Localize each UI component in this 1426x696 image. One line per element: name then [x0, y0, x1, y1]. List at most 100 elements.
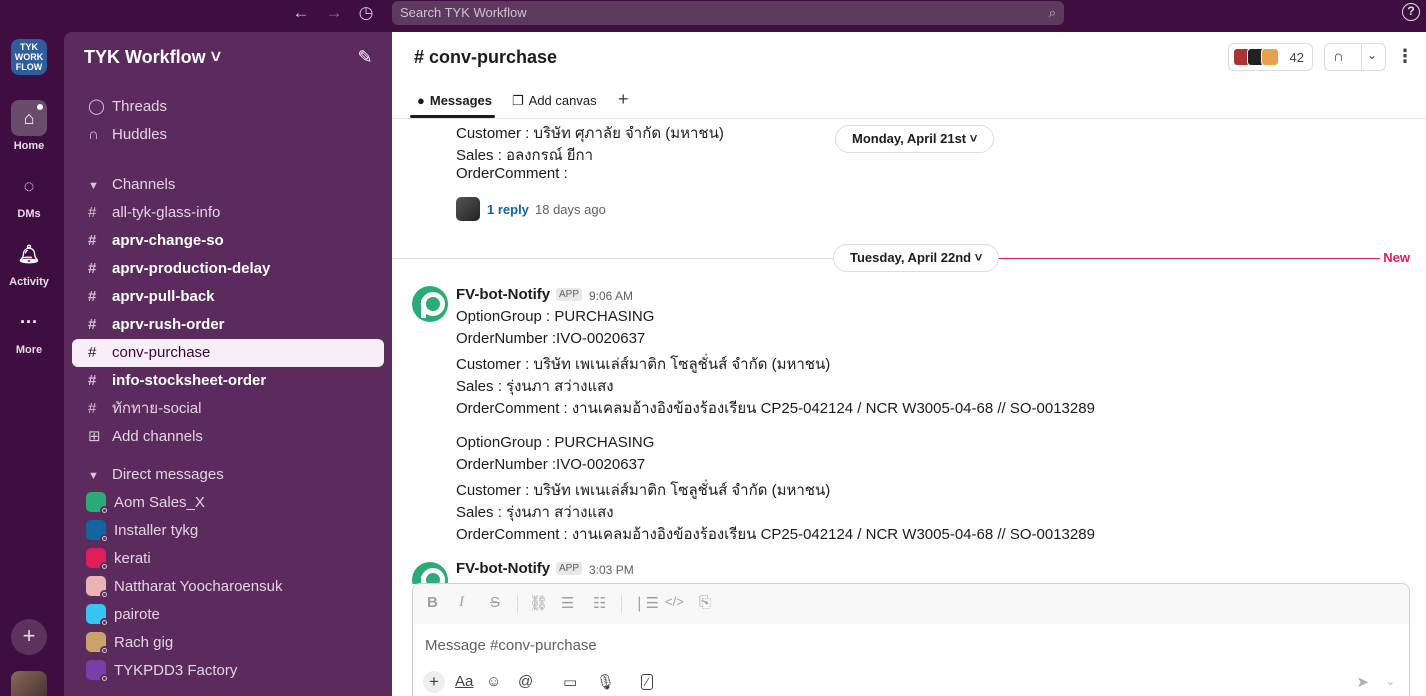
presence-icon — [100, 617, 109, 627]
message-line: OrderComment : งานเคลมอ้างอิงข้องร้องเรี… — [456, 526, 1095, 543]
bot-avatar[interactable] — [412, 286, 448, 322]
code-icon[interactable]: </> — [665, 594, 684, 609]
members-button[interactable]: 42 — [1228, 43, 1313, 71]
sidebar-channel-2[interactable]: # aprv-production-delay — [72, 255, 384, 283]
search-input[interactable]: Search TYK Workflow ⌕ — [392, 1, 1064, 25]
hash-icon: # — [88, 316, 97, 333]
tab-messages[interactable]: ● Messages — [417, 93, 492, 108]
rail-dms[interactable]: ◌ DMs — [0, 168, 58, 220]
formatting-toggle-icon[interactable]: Aa — [455, 673, 473, 690]
bot-avatar[interactable] — [412, 562, 448, 584]
active-tab-underline — [410, 115, 495, 118]
rail-dms-label: DMs — [17, 208, 41, 220]
tab-add-canvas[interactable]: ❐ Add canvas — [512, 93, 597, 109]
rail-more[interactable]: ··· More — [0, 304, 58, 356]
channel-tabs: ● Messages ❐ Add canvas + — [392, 84, 1426, 119]
date-divider-tuesday[interactable]: Tuesday, April 22nd ˅ — [833, 244, 1000, 272]
presence-icon — [100, 533, 109, 543]
channel-name: conv-purchase — [112, 344, 211, 361]
message-list: Customer : บริษัท ศุภาลัย จำกัด (มหาชน) … — [392, 119, 1426, 584]
dm-name: Installer tykg — [114, 522, 199, 539]
mention-icon[interactable]: @ — [518, 673, 533, 690]
message-input[interactable]: Message #conv-purchase — [425, 637, 597, 654]
emoji-icon[interactable]: ☺ — [486, 673, 501, 690]
strikethrough-icon[interactable]: S — [490, 594, 500, 611]
thread-reply-link[interactable]: 1 reply — [487, 202, 529, 217]
user-avatar[interactable] — [11, 671, 47, 696]
bullet-list-icon[interactable]: ☷ — [593, 594, 606, 612]
attach-plus-icon[interactable]: + — [423, 671, 445, 693]
message-time[interactable]: 9:06 AM — [589, 289, 633, 303]
chevron-down-icon[interactable]: ⌄ — [1386, 675, 1395, 688]
rail-home[interactable]: ⌂ Home — [0, 100, 58, 152]
avatar — [86, 519, 109, 543]
dm-header[interactable]: ▼ Direct messages — [72, 461, 384, 489]
sidebar-dm-0[interactable]: Aom Sales_X — [72, 489, 384, 517]
compose-icon[interactable]: ✎ — [354, 46, 376, 68]
sidebar-dm-3[interactable]: Nattharat Yoocharoensuk — [72, 573, 384, 601]
sidebar-channel-3[interactable]: # aprv-pull-back — [72, 283, 384, 311]
dm-name: kerati — [114, 550, 151, 567]
sidebar-channel-5[interactable]: # conv-purchase — [72, 339, 384, 367]
workspace-logo[interactable]: TYK WORK FLOW — [11, 39, 47, 75]
sidebar-dm-6[interactable]: TYKPDD3 Factory — [72, 657, 384, 685]
headphones-icon: ∩ — [1333, 48, 1344, 65]
hash-icon: # — [88, 260, 97, 277]
sidebar-item-threads[interactable]: ◯ Threads — [72, 93, 384, 121]
rail-activity[interactable]: 🔔︎ Activity — [0, 236, 58, 288]
sidebar-dm-1[interactable]: Installer tykg — [72, 517, 384, 545]
channel-name: aprv-change-so — [112, 232, 224, 249]
chevron-down-icon[interactable]: ⌄ — [1367, 48, 1377, 62]
shortcut-icon[interactable]: ⁄ — [641, 674, 654, 690]
avatar — [86, 603, 109, 627]
blockquote-icon[interactable]: ❘☰ — [633, 594, 659, 612]
ordered-list-icon[interactable]: ☰ — [561, 594, 574, 612]
sidebar-channel-6[interactable]: # info-stocksheet-order — [72, 367, 384, 395]
sidebar-channel-0[interactable]: # all-tyk-glass-info — [72, 199, 384, 227]
hash-icon: # — [88, 288, 97, 305]
sidebar-dm-5[interactable]: Rach gig — [72, 629, 384, 657]
channels-header[interactable]: ▼ Channels — [72, 171, 384, 199]
dm-name: Nattharat Yoocharoensuk — [114, 578, 283, 595]
history-icon[interactable]: ◷ — [356, 3, 376, 23]
rail-home-label: Home — [13, 140, 45, 152]
message-line: Customer : บริษัท เพเนเล่ส์มาติก โซลูชั่… — [456, 356, 831, 373]
sidebar-channel-7[interactable]: # ทักทาย-social — [72, 395, 384, 423]
sidebar-dm-4[interactable]: pairote — [72, 601, 384, 629]
sidebar-channel-1[interactable]: # aprv-change-so — [72, 227, 384, 255]
help-icon[interactable]: ? — [1402, 3, 1420, 21]
add-tab-icon[interactable]: + — [618, 89, 629, 110]
message-sender[interactable]: FV-bot-Notify — [456, 560, 550, 577]
sidebar-item-huddles[interactable]: ∩ Huddles — [72, 121, 384, 149]
date-divider-monday[interactable]: Monday, April 21st ˅ — [835, 125, 995, 153]
search-icon: ⌕ — [1048, 5, 1056, 20]
code-block-icon[interactable]: ⎘ — [699, 594, 711, 611]
italic-icon[interactable]: I — [459, 594, 464, 611]
divider-line — [392, 258, 834, 259]
message-time[interactable]: 3:03 PM — [589, 563, 634, 577]
dm-name: Aom Sales_X — [114, 494, 205, 511]
microphone-icon[interactable]: 🎙 — [596, 673, 615, 691]
sidebar-dm-2[interactable]: kerati — [72, 545, 384, 573]
rail-more-label: More — [15, 344, 43, 356]
link-icon[interactable]: ⛓ — [529, 594, 548, 612]
message-line: OptionGroup : PURCHASING — [456, 308, 655, 325]
video-icon[interactable]: ▭ — [563, 673, 577, 691]
workspace-name[interactable]: TYK Workflow ˅ — [84, 47, 221, 68]
forward-arrow-icon[interactable]: → — [324, 3, 344, 23]
dm-name: pairote — [114, 606, 160, 623]
send-icon[interactable]: ➤ — [1356, 673, 1369, 691]
divider — [1361, 44, 1362, 70]
channel-name: aprv-pull-back — [112, 288, 215, 305]
add-workspace-button[interactable]: + — [11, 619, 47, 655]
hash-icon: # — [88, 372, 97, 389]
sidebar-channel-4[interactable]: # aprv-rush-order — [72, 311, 384, 339]
huddle-button[interactable]: ∩ ⌄ — [1324, 43, 1386, 71]
message-composer[interactable]: B I S ⛓ ☰ ☷ ❘☰ </> ⎘ Message #conv-purch… — [412, 583, 1410, 696]
kebab-menu-icon[interactable]: ⋮ — [1396, 45, 1414, 69]
channel-title[interactable]: # conv-purchase — [414, 47, 557, 68]
back-arrow-icon[interactable]: ← — [291, 3, 311, 23]
bold-icon[interactable]: B — [427, 594, 438, 611]
message-sender[interactable]: FV-bot-Notify — [456, 286, 550, 303]
add-channels-button[interactable]: ⊞ Add channels — [72, 423, 384, 451]
